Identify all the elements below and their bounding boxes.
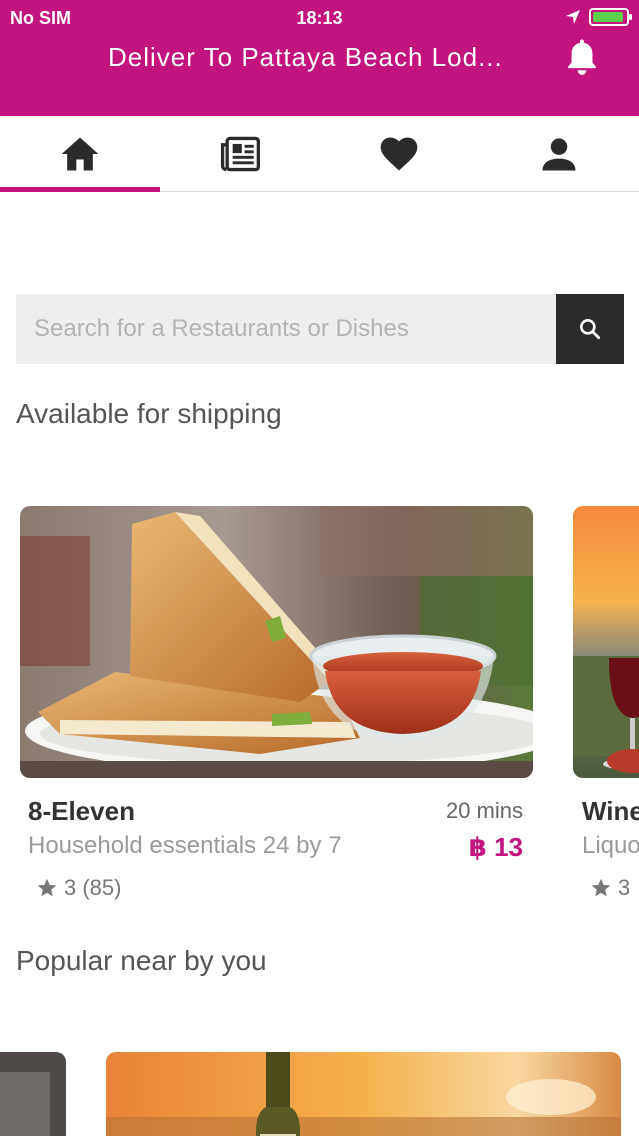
wine-image: [573, 506, 639, 778]
bell-icon[interactable]: [563, 38, 601, 78]
user-icon: [542, 137, 576, 170]
restaurant-rating: 3 (85): [36, 875, 121, 901]
location-arrow-icon: [566, 10, 580, 24]
search-bar: [16, 294, 624, 364]
restaurant-name[interactable]: 8-Eleven: [28, 796, 135, 827]
tab-bar: [0, 116, 639, 192]
battery-icon: [589, 8, 632, 26]
restaurant-name[interactable]: Wine: [582, 796, 639, 827]
tab-profile[interactable]: [479, 116, 639, 191]
restaurant-image[interactable]: [20, 506, 533, 778]
search-button[interactable]: [556, 294, 624, 364]
popular-item-image[interactable]: [106, 1052, 621, 1136]
news-icon: [220, 136, 260, 171]
tab-favorites[interactable]: [320, 116, 480, 191]
rating-text: 3 (85): [64, 875, 122, 900]
delivery-price: ฿ 13: [468, 832, 523, 862]
status-time: 18:13: [296, 8, 343, 28]
search-input[interactable]: [16, 294, 556, 364]
status-indicators: [565, 8, 632, 26]
app-header: No SIM 18:13 Deliver To Pattaya Beach Lo…: [0, 0, 639, 116]
star-icon: [591, 878, 611, 897]
popular-image-wine: [106, 1052, 621, 1136]
section-title-popular: Popular near by you: [16, 945, 267, 976]
delivery-time: 20 mins: [445, 798, 523, 823]
sandwich-image: [20, 506, 533, 778]
section-title-available: Available for shipping: [16, 398, 282, 429]
restaurant-image[interactable]: [573, 506, 639, 778]
restaurant-rating: 3: [590, 875, 630, 901]
popular-image-left: [0, 1052, 66, 1136]
tab-home[interactable]: [0, 116, 160, 192]
deliver-to-location[interactable]: Deliver To Pattaya Beach Lod...: [108, 42, 538, 73]
restaurant-description: Liquo: [582, 832, 639, 859]
star-icon: [37, 878, 57, 897]
heart-icon: [381, 137, 418, 170]
restaurant-description: Household essentials 24 by 7: [28, 832, 342, 859]
home-icon: [61, 137, 99, 170]
rating-text: 3: [618, 875, 631, 900]
popular-item-image[interactable]: [0, 1052, 66, 1136]
status-bar: No SIM 18:13: [0, 8, 639, 32]
search-icon: [580, 319, 601, 340]
tab-news[interactable]: [160, 116, 320, 191]
